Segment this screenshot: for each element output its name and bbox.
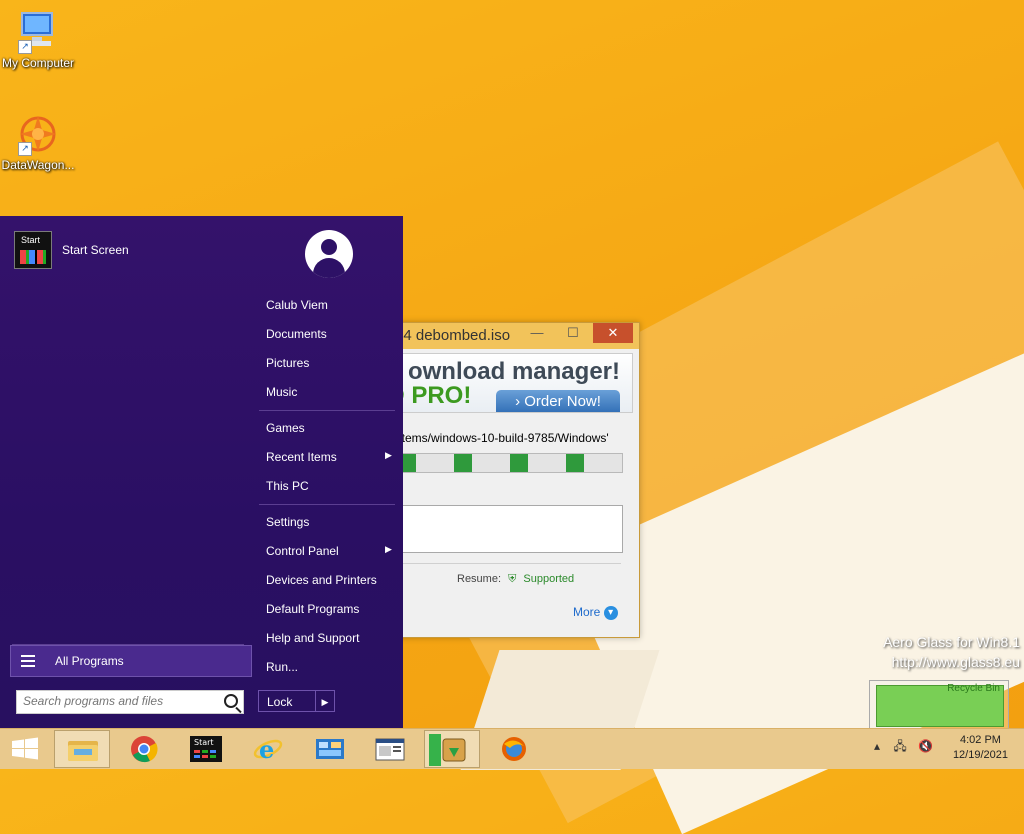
start-menu-app-icon: Start bbox=[190, 736, 222, 762]
menu-item-label: Recent Items bbox=[266, 450, 337, 464]
aero-glass-watermark: Aero Glass for Win8.1 http://www.glass8.… bbox=[883, 632, 1020, 672]
file-explorer-icon bbox=[68, 741, 98, 761]
shortcut-arrow-icon: ↗ bbox=[18, 142, 32, 156]
list-icon bbox=[21, 652, 35, 670]
taskbar-internet-explorer[interactable]: e bbox=[240, 730, 296, 768]
menu-item-default-programs[interactable]: Default Programs bbox=[266, 602, 359, 616]
divider bbox=[397, 563, 621, 564]
resume-status: Resume: ⛨ Supported bbox=[457, 573, 574, 586]
tile-text: Start bbox=[21, 235, 41, 245]
menu-item-user[interactable]: Calub Viem bbox=[266, 298, 328, 312]
dialog-title: 64 debombed.iso bbox=[395, 327, 511, 344]
desktop-icon-my-computer[interactable]: ↗ My Computer bbox=[0, 10, 76, 70]
taskbar-chrome[interactable] bbox=[116, 730, 172, 768]
start-screen-icon: Start bbox=[14, 231, 52, 269]
play-arrow-icon: › bbox=[515, 393, 521, 410]
chrome-icon bbox=[131, 736, 158, 763]
svg-text:e: e bbox=[259, 735, 274, 764]
taskbar-control-panel[interactable] bbox=[302, 730, 358, 768]
shield-icon: ⛨ bbox=[508, 573, 517, 585]
start-menu-right-pane: Calub Viem Documents Pictures Music Game… bbox=[255, 216, 403, 728]
resume-value: Supported bbox=[523, 573, 575, 585]
download-progress-bar bbox=[397, 453, 623, 473]
start-screen-label: Start Screen bbox=[62, 243, 129, 257]
minimize-button[interactable]: — bbox=[523, 323, 551, 343]
more-button[interactable]: More ▾ bbox=[573, 605, 618, 620]
clock[interactable]: 4:02 PM 12/19/2021 bbox=[953, 733, 1008, 763]
chevron-right-icon: ▶ bbox=[385, 544, 392, 554]
user-avatar[interactable] bbox=[305, 230, 353, 278]
resume-label: Resume: bbox=[457, 573, 502, 585]
menu-item-documents[interactable]: Documents bbox=[266, 327, 327, 341]
menu-item-pictures[interactable]: Pictures bbox=[266, 356, 309, 370]
details-box bbox=[397, 505, 623, 553]
maximize-button[interactable]: ☐ bbox=[559, 323, 587, 343]
chevron-down-icon: ▾ bbox=[603, 605, 618, 620]
network-icon[interactable]: 🖧 bbox=[893, 739, 906, 753]
divider bbox=[259, 410, 395, 411]
document-window-icon bbox=[375, 738, 405, 761]
download-manager-icon bbox=[429, 734, 466, 766]
menu-item-run[interactable]: Run... bbox=[266, 660, 298, 674]
close-button[interactable]: ✕ bbox=[593, 323, 633, 343]
menu-item-music[interactable]: Music bbox=[266, 385, 297, 399]
clock-time: 4:02 PM bbox=[959, 734, 1001, 746]
watermark-line2: http://www.glass8.eu bbox=[891, 654, 1020, 670]
search-icon[interactable] bbox=[224, 694, 238, 708]
taskbar-file-explorer[interactable] bbox=[54, 730, 110, 768]
desktop-icon-label: My Computer bbox=[1, 56, 75, 70]
svg-text:Start: Start bbox=[194, 738, 214, 747]
taskbar-start-menu-app[interactable]: Start bbox=[178, 730, 234, 768]
menu-item-this-pc[interactable]: This PC bbox=[266, 479, 309, 493]
taskbar-document-window[interactable] bbox=[362, 730, 418, 768]
system-tray: ▴ 🖧 🔇 bbox=[874, 737, 933, 758]
menu-item-devices-printers[interactable]: Devices and Printers bbox=[266, 573, 377, 587]
watermark-line1: Aero Glass for Win8.1 bbox=[883, 634, 1020, 650]
download-url: items/windows-10-build-9785/Windows' bbox=[399, 431, 609, 445]
menu-item-games[interactable]: Games bbox=[266, 421, 305, 435]
more-label: More bbox=[573, 605, 601, 619]
order-now-button[interactable]: › Order Now! bbox=[496, 390, 620, 412]
divider bbox=[259, 504, 395, 505]
clock-date: 12/19/2021 bbox=[952, 749, 1008, 761]
windows-start-icon bbox=[12, 737, 38, 760]
menu-item-control-panel[interactable]: Control Panel ▶ bbox=[266, 544, 396, 558]
chevron-right-icon: ▶ bbox=[385, 450, 392, 460]
start-screen-item[interactable]: Start Start Screen bbox=[14, 230, 129, 270]
menu-item-recent-items[interactable]: Recent Items ▶ bbox=[266, 450, 396, 464]
control-panel-icon bbox=[316, 739, 344, 759]
all-programs-button[interactable]: All Programs bbox=[10, 645, 252, 677]
thumbnail-label: Recycle Bin bbox=[947, 683, 1000, 694]
desktop-icon-label: DataWagon... bbox=[1, 158, 75, 172]
all-programs-label: All Programs bbox=[55, 654, 124, 668]
menu-item-settings[interactable]: Settings bbox=[266, 515, 309, 529]
search-box[interactable] bbox=[16, 690, 244, 714]
search-input[interactable] bbox=[17, 691, 219, 711]
firefox-icon bbox=[502, 737, 526, 761]
datawagon-icon: ↗ bbox=[16, 112, 60, 156]
taskbar-download-manager[interactable] bbox=[424, 730, 480, 768]
start-button[interactable] bbox=[0, 730, 56, 768]
lock-options-button[interactable]: ▶ bbox=[315, 690, 335, 712]
taskbar-firefox[interactable] bbox=[486, 730, 542, 768]
volume-muted-icon[interactable]: 🔇 bbox=[918, 739, 933, 753]
taskbar: Start e ▴ 🖧 🔇 4:02 PM 12/19/2021 bbox=[0, 728, 1024, 769]
chevron-right-icon: ▶ bbox=[321, 697, 329, 707]
shortcut-arrow-icon: ↗ bbox=[18, 40, 32, 54]
taskbar-thumbnail-preview[interactable]: Recycle Bin bbox=[869, 680, 1009, 730]
show-hidden-icons-icon[interactable]: ▴ bbox=[874, 739, 880, 753]
start-menu-left-pane: Start Start Screen All Programs bbox=[0, 216, 254, 728]
start-menu: Start Start Screen All Programs Calub Vi… bbox=[0, 216, 403, 728]
internet-explorer-icon: e bbox=[253, 735, 283, 764]
computer-icon: ↗ bbox=[16, 10, 60, 54]
desktop-icon-datawagon[interactable]: ↗ DataWagon... bbox=[0, 112, 76, 172]
menu-item-help-support[interactable]: Help and Support bbox=[266, 631, 359, 645]
lock-button[interactable]: Lock bbox=[258, 690, 316, 712]
menu-item-label: Control Panel bbox=[266, 544, 339, 558]
